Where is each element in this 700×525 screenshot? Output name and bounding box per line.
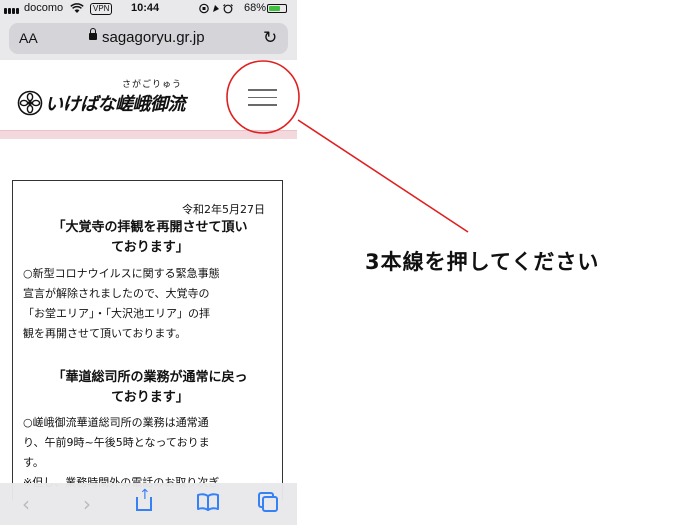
pointer-line <box>297 119 469 233</box>
instruction-text: 3本線を押してください <box>365 250 600 274</box>
highlight-circle <box>226 60 300 134</box>
